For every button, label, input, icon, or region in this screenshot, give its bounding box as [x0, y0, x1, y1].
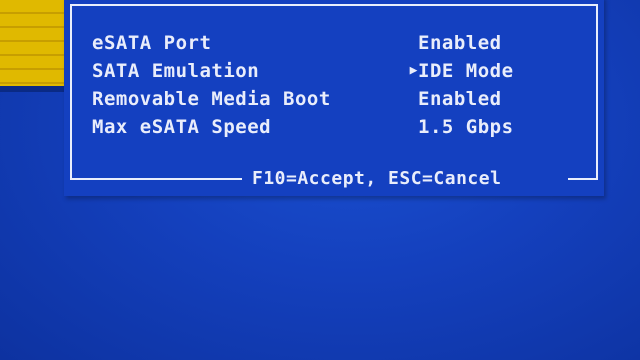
dialog-border-bottom-left	[70, 178, 242, 180]
setting-value[interactable]: Enabled	[418, 86, 502, 112]
setting-label: Removable Media Boot	[92, 88, 331, 110]
setting-value[interactable]: IDE Mode	[418, 58, 514, 84]
dialog-border-right	[596, 4, 598, 180]
setting-label: Max eSATA Speed	[92, 116, 272, 138]
setting-value[interactable]: Enabled	[418, 30, 502, 56]
setting-label: eSATA Port	[92, 32, 212, 54]
background-menu-strip	[0, 0, 66, 86]
dialog-border-bottom-right	[568, 178, 598, 180]
setting-label: SATA Emulation	[92, 60, 260, 82]
dialog-border-top	[70, 4, 598, 6]
setting-row-esata-port[interactable]: eSATA Port Enabled	[92, 30, 572, 56]
dialog-footer-hint: F10=Accept, ESC=Cancel	[248, 168, 506, 190]
background-menu-shadow	[0, 86, 66, 92]
setting-row-sata-emulation[interactable]: SATA Emulation ▶ IDE Mode	[92, 58, 572, 84]
dialog-border-left	[70, 4, 72, 180]
setting-row-removable-media-boot[interactable]: Removable Media Boot Enabled	[92, 86, 572, 112]
setting-row-max-esata-speed[interactable]: Max eSATA Speed 1.5 Gbps	[92, 114, 572, 140]
bios-screen: eSATA Port Enabled SATA Emulation ▶ IDE …	[0, 0, 640, 360]
selection-cursor-icon: ▶	[409, 63, 418, 78]
setting-value[interactable]: 1.5 Gbps	[418, 114, 514, 140]
sata-settings-dialog: eSATA Port Enabled SATA Emulation ▶ IDE …	[64, 0, 604, 196]
